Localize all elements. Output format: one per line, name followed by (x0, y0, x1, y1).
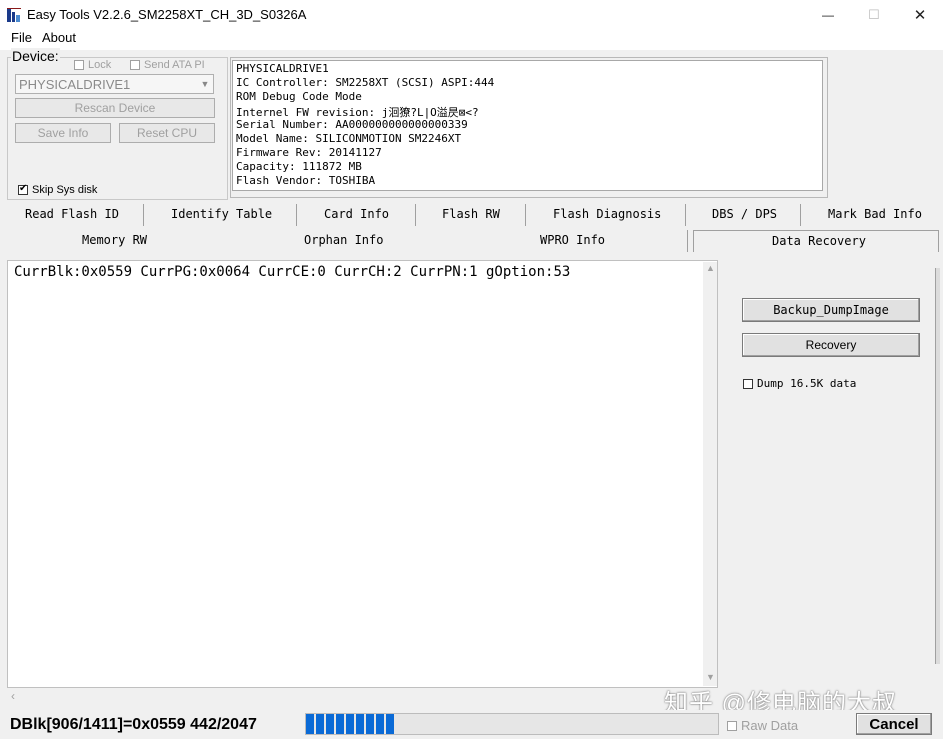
tab-divider (143, 204, 144, 226)
tab-wpro-info[interactable]: WPRO Info (540, 233, 605, 247)
log-textarea[interactable] (7, 260, 718, 688)
tab-mark-bad-info[interactable]: Mark Bad Info (828, 207, 922, 221)
dump-16k-label: Dump 16.5K data (757, 377, 857, 390)
tab-data-recovery-label: Data Recovery (772, 234, 866, 248)
skip-sys-disk-checkbox[interactable]: Skip Sys disk (18, 183, 98, 196)
close-icon: ✕ (913, 7, 927, 24)
window-title: Easy Tools V2.2.6_SM2258XT_CH_3D_S0326A (27, 7, 307, 22)
info-line: ROM Debug Code Mode (236, 90, 362, 103)
checkbox-icon (743, 378, 753, 389)
scroll-down-icon[interactable]: ▼ (706, 672, 715, 682)
checkbox-icon (727, 720, 737, 731)
info-line: Capacity: 111872 MB (236, 160, 362, 173)
checkbox-checked-icon (18, 183, 28, 195)
maximize-button[interactable]: ☐ (851, 0, 897, 30)
tab-flash-diagnosis[interactable]: Flash Diagnosis (553, 207, 661, 221)
menu-about[interactable]: About (42, 30, 76, 45)
device-select-value: PHYSICALDRIVE1 (19, 77, 131, 92)
progress-fill (306, 714, 395, 734)
scroll-up-icon[interactable]: ▲ (706, 263, 715, 273)
right-scroll-track (935, 268, 940, 664)
tab-flash-rw[interactable]: Flash RW (442, 207, 500, 221)
tab-divider (800, 204, 801, 226)
vertical-scrollbar[interactable]: ▲ ▼ (703, 262, 717, 686)
menu-file[interactable]: File (11, 30, 32, 45)
tab-orphan-info[interactable]: Orphan Info (304, 233, 383, 247)
tab-identify-table[interactable]: Identify Table (171, 207, 272, 221)
minimize-icon: — (822, 8, 834, 22)
info-line: Flash Vendor: TOSHIBA (236, 174, 376, 187)
info-line: Model Name: SILICONMOTION SM2246XT (236, 132, 462, 145)
tab-divider (685, 204, 686, 226)
info-line: PHYSICALDRIVE1 (236, 62, 329, 75)
tab-memory-rw[interactable]: Memory RW (82, 233, 147, 247)
skip-sys-disk-label: Skip Sys disk (32, 184, 98, 196)
tab-divider (687, 230, 688, 252)
device-group-label: Device: (11, 48, 60, 64)
checkbox-icon (74, 60, 84, 70)
tab-divider (525, 204, 526, 226)
send-ata-checkbox[interactable]: Send ATA PI (130, 59, 205, 71)
tab-read-flash-id[interactable]: Read Flash ID (25, 207, 119, 221)
scroll-left-icon[interactable]: ‹ (11, 689, 15, 703)
log-text: CurrBlk:0x0559 CurrPG:0x0064 CurrCE:0 Cu… (14, 264, 571, 280)
raw-data-label: Raw Data (741, 718, 799, 733)
horizontal-scrollbar[interactable]: ‹ (8, 688, 708, 703)
menu-bar (0, 30, 943, 50)
tab-divider (296, 204, 297, 226)
info-line: Serial Number: AA000000000000000339 (236, 118, 468, 131)
close-button[interactable]: ✕ (897, 0, 943, 30)
info-line: Firmware Rev: 20141127 (236, 146, 382, 159)
save-info-button[interactable]: Save Info (15, 123, 111, 143)
cancel-button[interactable]: Cancel (856, 713, 932, 735)
chevron-down-icon[interactable]: ▼ (197, 75, 213, 93)
status-text: DBlk[906/1411]=0x0559 442/2047 (10, 716, 257, 733)
info-line: IC Controller: SM2258XT (SCSI) ASPI:444 (236, 76, 495, 89)
send-ata-label: Send ATA PI (144, 59, 205, 71)
recovery-button[interactable]: Recovery (742, 333, 920, 357)
app-icon (7, 8, 21, 22)
minimize-button[interactable]: — (805, 0, 851, 30)
rescan-device-button[interactable]: Rescan Device (15, 98, 215, 118)
lock-checkbox[interactable]: Lock (74, 59, 111, 71)
maximize-icon: ☐ (868, 7, 880, 22)
checkbox-icon (130, 60, 140, 70)
raw-data-checkbox[interactable]: Raw Data (727, 718, 798, 733)
backup-dumpimage-button[interactable]: Backup_DumpImage (742, 298, 920, 322)
tab-divider (415, 204, 416, 226)
tab-card-info[interactable]: Card Info (324, 207, 389, 221)
lock-label: Lock (88, 59, 112, 71)
tab-dbs-dps[interactable]: DBS / DPS (712, 207, 777, 221)
reset-cpu-button[interactable]: Reset CPU (119, 123, 215, 143)
dump-16k-checkbox[interactable]: Dump 16.5K data (743, 377, 856, 390)
